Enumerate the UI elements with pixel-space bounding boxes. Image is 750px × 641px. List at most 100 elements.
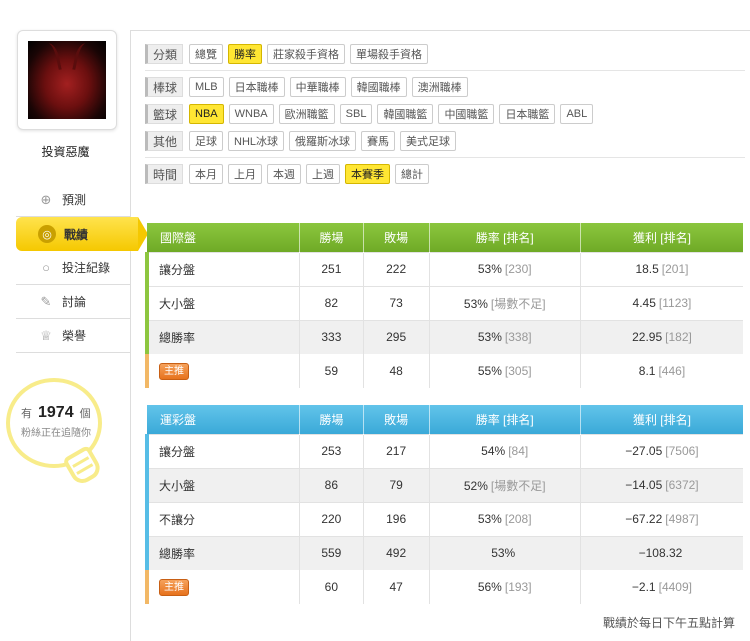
filter-chip-selected[interactable]: NBA [189, 104, 224, 124]
filter-chip[interactable]: 中國職籃 [438, 104, 495, 124]
profit-cell: −14.05 [6372] [579, 467, 743, 502]
filter-chip[interactable]: 莊家殺手資格 [267, 44, 346, 64]
filter-chip[interactable]: MLB [189, 77, 224, 97]
rank: [6372] [665, 478, 699, 492]
filter-row-other: 其他 足球 NHL冰球 俄羅斯冰球 賽馬 美式足球 [145, 130, 745, 152]
filter-chip[interactable]: 上月 [228, 164, 263, 184]
sidebar-item-predict[interactable]: ⊕ 預測 [16, 183, 131, 217]
column-header: 勝率 [排名] [428, 405, 581, 434]
row-label: 大小盤 [144, 467, 300, 502]
profit-cell: −108.32 [579, 535, 743, 570]
wins-cell: 60 [298, 570, 364, 604]
rank: [1123] [658, 296, 692, 310]
wins-cell: 251 [298, 251, 364, 286]
filter-chip[interactable]: NHL冰球 [228, 131, 285, 151]
sidebar-item-label: 討論 [62, 295, 87, 309]
profit-cell: −67.22 [4987] [579, 501, 743, 536]
rank: [446] [658, 364, 686, 378]
profit: 18.5 [635, 262, 659, 276]
featured-badge[interactable]: 主推 [159, 362, 189, 380]
column-header: 獲利 [排名] [579, 223, 743, 252]
filter-chip[interactable]: 俄羅斯冰球 [289, 131, 357, 151]
filter-chip[interactable]: 澳洲職棒 [411, 77, 468, 97]
column-header: 勝場 [298, 405, 364, 434]
filter-chip-selected[interactable]: 本賽季 [345, 164, 391, 184]
filter-chip[interactable]: WNBA [228, 104, 274, 124]
rank: [230] [504, 262, 532, 276]
filter-divider [145, 157, 745, 158]
losses-cell: 295 [362, 319, 430, 354]
intl-stats-table: 國際盤 勝場 敗場 勝率 [排名] 獲利 [排名] 讓分盤 251 222 53… [144, 223, 743, 388]
filter-chip[interactable]: 韓國職籃 [377, 104, 434, 124]
filter-chip[interactable]: 本週 [267, 164, 302, 184]
profit: −2.1 [631, 580, 656, 594]
filter-chip[interactable]: 賽馬 [361, 131, 396, 151]
avatar [28, 41, 106, 119]
row-label: 主推 [144, 570, 300, 604]
table-header: 國際盤 勝場 敗場 勝率 [排名] 獲利 [排名] [147, 223, 743, 252]
win-rate-cell: 52% [場數不足] [428, 467, 581, 502]
fans-count: 1974 [38, 404, 74, 421]
filter-chip[interactable]: 韓國職棒 [350, 77, 407, 97]
win-rate: 53% [477, 512, 502, 526]
filter-chip[interactable]: 美式足球 [400, 131, 457, 151]
filter-chip[interactable]: 上週 [306, 164, 341, 184]
profit: −27.05 [625, 444, 663, 458]
sidebar-item-honor[interactable]: ♕ 榮譽 [16, 319, 131, 353]
filter-chip[interactable]: SBL [339, 104, 373, 124]
profit-cell: 4.45 [1123] [579, 285, 743, 320]
rank: [84] [508, 444, 529, 458]
filter-chip[interactable]: 歐洲職籃 [278, 104, 335, 124]
wins-cell: 333 [298, 319, 364, 354]
rank: [4409] [658, 580, 692, 594]
username[interactable]: 投資惡魔 [0, 143, 131, 160]
win-rate: 54% [481, 444, 506, 458]
profit: 22.95 [632, 330, 663, 345]
rank: [193] [504, 580, 532, 594]
losses-cell: 217 [362, 433, 429, 468]
sidebar-item-label: 投注紀錄 [62, 261, 111, 275]
filter-chip[interactable]: 日本職籃 [499, 104, 556, 124]
sidebar-item-discussion[interactable]: ✎ 討論 [16, 285, 131, 319]
column-header: 國際盤 [147, 223, 300, 252]
win-rate-cell: 53% [場數不足] [428, 285, 581, 320]
filter-chip[interactable]: 總計 [395, 164, 430, 184]
profit-cell: −27.05 [7506] [579, 433, 743, 468]
filter-chip[interactable]: 總覽 [189, 44, 224, 64]
filter-row-baseball: 棒球 MLB 日本職棒 中華職棒 韓國職棒 澳洲職棒 [145, 76, 745, 98]
filter-chip[interactable]: 中華職棒 [289, 77, 346, 97]
filter-chip[interactable]: 本月 [189, 164, 224, 184]
sidebar-item-bet-history[interactable]: ○ 投注紀錄 [16, 251, 131, 285]
profit: −14.05 [625, 478, 663, 492]
filter-chip[interactable]: 日本職棒 [228, 77, 285, 97]
win-rate: 52% [463, 478, 488, 493]
win-rate-cell: 53% [338] [428, 319, 581, 354]
wins-cell: 253 [298, 433, 364, 468]
rank: [182] [665, 330, 692, 345]
featured-row: 主推 59 48 55% [305] 8.1 [446] [144, 354, 743, 388]
profit: −67.22 [625, 512, 663, 526]
win-rate: 53% [477, 262, 502, 276]
sidebar: 投資惡魔 ⊕ 預測 ◎ 戰績 ○ 投注紀錄 ✎ 討論 ♕ 榮譽 有 1974 個 粉… [0, 0, 148, 641]
losses-cell: 222 [362, 251, 430, 286]
win-rate-cell: 53% [428, 535, 581, 570]
profit-cell: 22.95 [182] [579, 319, 743, 354]
sidebar-item-record[interactable]: ◎ 戰績 [16, 217, 148, 251]
sidebar-item-label: 榮譽 [62, 329, 87, 343]
lottery-stats-table: 運彩盤 勝場 敗場 勝率 [排名] 獲利 [排名] 讓分盤 253 217 54… [144, 405, 743, 604]
wins-cell: 220 [298, 501, 364, 536]
filter-chip[interactable]: 單場殺手資格 [350, 44, 429, 64]
table-row: 讓分盤 251 222 53% [230] 18.5 [201] [144, 251, 743, 286]
filter-chip-selected[interactable]: 勝率 [228, 44, 263, 64]
filter-label: 籃球 [145, 104, 184, 124]
trophy-swirl-icon: ◎ [38, 225, 56, 243]
losses-cell: 48 [362, 354, 430, 388]
table-row: 大小盤 86 79 52% [場數不足] −14.05 [6372] [144, 467, 743, 502]
featured-badge[interactable]: 主推 [159, 578, 189, 596]
profit: 8.1 [638, 364, 656, 378]
win-rate: 56% [477, 580, 502, 594]
filter-chip[interactable]: ABL [560, 104, 594, 124]
filter-chip[interactable]: 足球 [189, 131, 224, 151]
win-rate-cell: 55% [305] [428, 354, 581, 388]
avatar-frame[interactable] [17, 30, 117, 130]
